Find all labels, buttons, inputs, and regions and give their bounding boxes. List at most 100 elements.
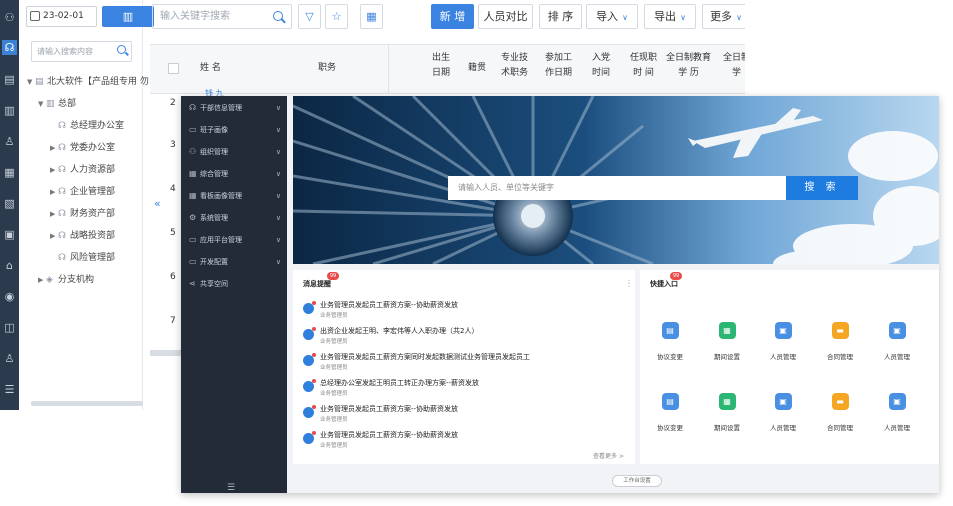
chevron-down-icon: ∨ [275, 148, 281, 156]
message-sender: 业务管理员 [320, 417, 348, 423]
home-icon[interactable]: ⌂ [2, 258, 17, 273]
form-icon[interactable]: ▦ [2, 165, 17, 180]
document-icon[interactable]: ▥ [2, 103, 17, 118]
column-header[interactable]: 参加工 作日期 [545, 51, 572, 81]
column-header[interactable]: 职务 [318, 61, 336, 76]
tree-node-label: 财务资产部 [70, 209, 116, 219]
message-item[interactable]: 业务管理员发起员工薪资方案--协助薪资发放 业务管理员 [303, 430, 623, 452]
card-icon[interactable]: ▤ [2, 72, 17, 87]
menu-item[interactable]: ▭ 开发配置 ∨ [189, 255, 281, 269]
more-button[interactable]: 更多 ∨ [702, 4, 745, 29]
tree-node-root[interactable]: ▼ ▤ 北大软件【产品组专用 勿 [27, 75, 149, 89]
caret-right-icon[interactable]: ▶ [50, 141, 58, 155]
column-header[interactable]: 出生 日期 [432, 51, 450, 81]
collapse-menu-icon[interactable]: ☰ [227, 483, 235, 493]
banner-search-input[interactable]: 请输入人员、单位等关键字 [448, 176, 786, 200]
quick-entry[interactable]: ▣ 人员管理 [758, 393, 808, 432]
quick-entry[interactable]: ▣ 人员管理 [872, 322, 922, 361]
select-all-checkbox[interactable] [168, 63, 179, 74]
column-header[interactable]: 姓 名 [200, 61, 221, 76]
caret-right-icon[interactable]: ▶ [50, 185, 58, 199]
sort-button[interactable]: 排 序 [539, 4, 582, 29]
menu-item[interactable]: ⚙ 系统管理 ∨ [189, 211, 281, 225]
grid-view-icon[interactable]: ▦ [360, 4, 383, 29]
tree-node-dept[interactable]: ☊ 总经理办公室 [50, 119, 124, 133]
menu-item[interactable]: ▭ 应用平台管理 ∨ [189, 233, 281, 247]
star-icon[interactable]: ☆ [325, 4, 348, 29]
quick-entry[interactable]: ▤ 协议变更 [645, 393, 695, 432]
column-header[interactable]: 专业技 术职务 [501, 51, 528, 81]
column-header[interactable]: 入党 时间 [592, 51, 610, 81]
monitor-icon: ▭ [189, 125, 197, 134]
more-vertical-icon[interactable]: ⋮ [625, 279, 633, 288]
message-sender: 业务管理员 [320, 365, 348, 371]
tree-action-button[interactable]: ▥ [102, 6, 154, 27]
export-button[interactable]: 导出 ∨ [644, 4, 696, 29]
quick-entry[interactable]: ▬ 合同管理 [815, 393, 865, 432]
message-item[interactable]: 出资企业发起王明、李宏伟等人入职办理（共2人） 业务管理员 [303, 326, 623, 348]
message-item[interactable]: 总经理办公室发起王明员工转正办理方案--薪资发放 业务管理员 [303, 378, 623, 400]
caret-right-icon[interactable]: ▶ [50, 207, 58, 221]
tree-scrollbar[interactable] [31, 401, 143, 406]
search-icon[interactable] [273, 11, 283, 21]
list-icon[interactable]: ▧ [2, 196, 17, 211]
quick-entry[interactable]: ▣ 人员管理 [758, 322, 808, 361]
column-header[interactable]: 全日制教育 学 历 [666, 51, 711, 81]
quick-entry[interactable]: ▦ 期间设置 [702, 322, 752, 361]
monitor-icon: ▭ [189, 257, 197, 266]
filter-icon[interactable]: ▽ [298, 4, 321, 29]
column-header[interactable]: 任现职 时 间 [630, 51, 657, 81]
chart-icon[interactable]: ◫ [2, 320, 17, 335]
caret-right-icon[interactable]: ▶ [50, 163, 58, 177]
tree-node-dept[interactable]: ▶ ☊ 企业管理部 [50, 185, 115, 199]
search-icon[interactable] [117, 45, 126, 54]
collapse-panel-icon[interactable]: « [154, 197, 162, 210]
tree-node-hq[interactable]: ▼ ▥ 总部 [38, 97, 76, 111]
tree-node-dept[interactable]: ▶ ☊ 战略投资部 [50, 229, 115, 243]
quick-entry[interactable]: ▬ 合同管理 [815, 322, 865, 361]
message-item[interactable]: 业务管理员发起员工薪资方案--协助薪资发放 业务管理员 [303, 404, 623, 426]
menu-list-icon[interactable]: ☰ [2, 382, 17, 397]
tree-search-input[interactable]: 请输入搜索内容 [31, 41, 132, 62]
side-menu: ☊ 干部信息管理 ∨ ▭ 班子画像 ∨ ⚇ 组织管理 ∨ ▦ 综合管理 ∨ ▦ 看板画像管理 ∨ ⚙… [181, 96, 287, 493]
compare-button[interactable]: 人员对比 [478, 4, 533, 29]
user-add-icon[interactable]: ♙ [2, 351, 17, 366]
tree-node-dept[interactable]: ☊ 风险管理部 [50, 251, 115, 265]
import-button[interactable]: 导入 ∨ [586, 4, 638, 29]
coin-icon[interactable]: ◉ [2, 289, 17, 304]
menu-item[interactable]: ⋖ 共享空间 [189, 277, 281, 291]
column-header[interactable]: 全日制 学 [723, 51, 745, 81]
keyword-search-input[interactable]: 输入关键字搜索 [152, 4, 292, 29]
quick-entry[interactable]: ▤ 协议变更 [645, 322, 695, 361]
column-header[interactable]: 籍贯 [468, 61, 486, 76]
caret-right-icon[interactable]: ▶ [38, 273, 46, 287]
caret-right-icon[interactable]: ▶ [50, 229, 58, 243]
menu-item[interactable]: ⚇ 组织管理 ∨ [189, 145, 281, 159]
people-icon[interactable]: ☊ [2, 40, 17, 55]
tree-node-dept[interactable]: ▶ ☊ 党委办公室 [50, 141, 115, 155]
message-item[interactable]: 业务管理员发起员工薪资方案--协助薪资发放 业务管理员 [303, 300, 623, 322]
message-item[interactable]: 业务管理员发起员工薪资方案同时发起数据测试业务管理员发起员工 业务管理员 [303, 352, 623, 374]
tree-node-dept[interactable]: ▶ ☊ 人力资源部 [50, 163, 115, 177]
quick-entry[interactable]: ▦ 期间设置 [702, 393, 752, 432]
new-button[interactable]: 新 增 [431, 4, 474, 29]
chevron-down-icon: ∨ [275, 104, 281, 112]
tree-node-branch[interactable]: ▶ ◈ 分支机构 [38, 273, 94, 287]
workbench-settings-button[interactable]: 工作台设置 [612, 475, 662, 487]
gear-icon: ⚙ [189, 213, 197, 222]
caret-down-icon[interactable]: ▼ [38, 97, 46, 111]
menu-item[interactable]: ▭ 班子画像 ∨ [189, 123, 281, 137]
quick-entry-label: 合同管理 [827, 353, 853, 361]
menu-item[interactable]: ▦ 综合管理 ∨ [189, 167, 281, 181]
date-picker[interactable]: 23-02-01 [26, 6, 97, 27]
tree-node-dept[interactable]: ▶ ☊ 财务资产部 [50, 207, 115, 221]
banner-search-button[interactable]: 搜 索 [786, 176, 858, 200]
org-icon[interactable]: ⚇ [2, 10, 17, 25]
caret-down-icon[interactable]: ▼ [27, 75, 35, 89]
menu-item[interactable]: ☊ 干部信息管理 ∨ [189, 101, 281, 115]
menu-item[interactable]: ▦ 看板画像管理 ∨ [189, 189, 281, 203]
view-more-link[interactable]: 查看更多 > [593, 451, 624, 460]
id-card-icon[interactable]: ▣ [2, 227, 17, 242]
quick-entry[interactable]: ▣ 人员管理 [872, 393, 922, 432]
user-icon[interactable]: ♙ [2, 134, 17, 149]
